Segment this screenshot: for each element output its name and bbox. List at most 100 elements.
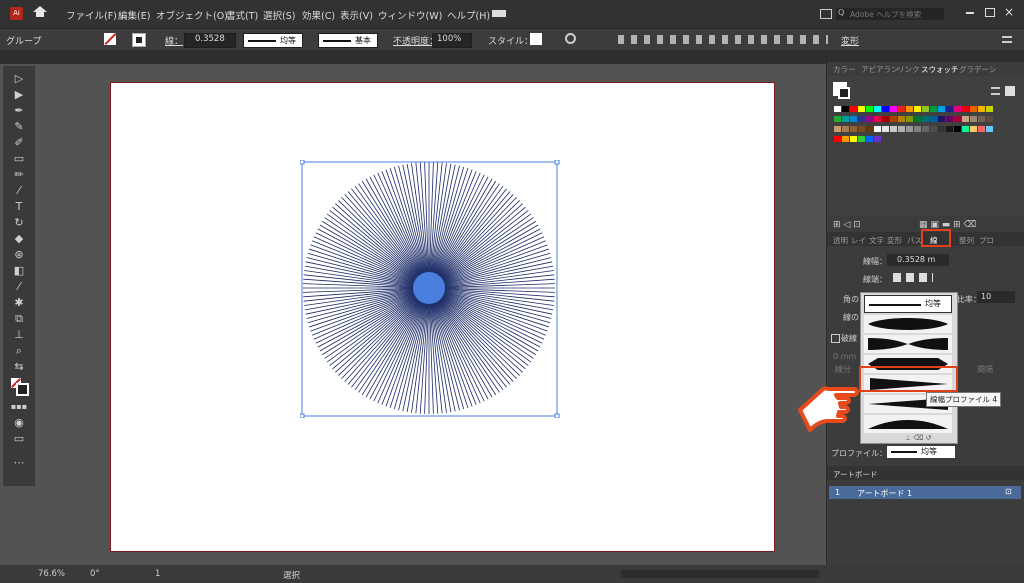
- menu-view[interactable]: 表示(V): [340, 8, 373, 22]
- profile-select[interactable]: 均等: [887, 446, 955, 458]
- color-swatch[interactable]: [890, 106, 897, 112]
- search-field[interactable]: Q Adobe ヘルプを検索: [836, 8, 944, 20]
- horizontal-scrollbar[interactable]: [620, 570, 820, 578]
- tab-align[interactable]: 整列: [959, 235, 974, 246]
- color-swatch[interactable]: [898, 106, 905, 112]
- color-swatch[interactable]: [842, 136, 849, 142]
- radial-line-artwork[interactable]: [300, 160, 560, 418]
- color-mode-icon[interactable]: ▪▪▪: [9, 400, 29, 414]
- rotate-icon[interactable]: ↻: [9, 216, 29, 230]
- restore-icon[interactable]: [985, 8, 995, 17]
- draw-mode-icon[interactable]: ◉: [9, 416, 29, 430]
- brush-icon[interactable]: ⁄: [9, 184, 29, 198]
- color-swatch[interactable]: [914, 106, 921, 112]
- profile-option-1[interactable]: [864, 315, 952, 333]
- artboard-options-icon[interactable]: ⊡: [1005, 487, 1012, 496]
- color-swatch[interactable]: [962, 126, 969, 132]
- dashed-checkbox[interactable]: [831, 334, 840, 343]
- anchor-icon[interactable]: ✐: [9, 136, 29, 150]
- color-swatch[interactable]: [834, 106, 841, 112]
- selection-handle[interactable]: [300, 160, 305, 165]
- menu-edit[interactable]: 編集(E): [118, 8, 150, 22]
- shape-builder-icon[interactable]: ◧: [9, 264, 29, 278]
- tab-swatches[interactable]: スウォッチ: [921, 64, 959, 75]
- limit-input[interactable]: 10: [977, 291, 1015, 303]
- color-swatch[interactable]: [970, 126, 977, 132]
- panel-menu-icon[interactable]: [1002, 36, 1012, 43]
- pen-icon[interactable]: ✒: [9, 104, 29, 118]
- color-swatch[interactable]: [866, 136, 873, 142]
- tab-appearance[interactable]: アピアラン: [861, 64, 899, 75]
- grid-view-icon[interactable]: [1005, 86, 1015, 96]
- screen-mode-icon[interactable]: ▭: [9, 432, 29, 446]
- menu-select[interactable]: 選択(S): [263, 8, 295, 22]
- arrange-documents-icon[interactable]: [820, 9, 832, 19]
- minimize-icon[interactable]: [966, 12, 974, 14]
- profile-option-uniform[interactable]: 均等: [864, 295, 952, 313]
- color-swatch[interactable]: [858, 106, 865, 112]
- selection-tool-icon[interactable]: ▷: [9, 72, 29, 86]
- color-swatch[interactable]: [850, 126, 857, 132]
- color-swatch[interactable]: [906, 106, 913, 112]
- color-swatch[interactable]: [834, 126, 841, 132]
- eraser-icon[interactable]: ◆: [9, 232, 29, 246]
- color-swatch[interactable]: [938, 116, 945, 122]
- profile-option-2[interactable]: [864, 335, 952, 353]
- menu-file[interactable]: ファイル(F): [66, 8, 117, 22]
- color-swatch[interactable]: [874, 116, 881, 122]
- color-swatch[interactable]: [858, 136, 865, 142]
- align-icons[interactable]: [618, 35, 828, 44]
- close-icon[interactable]: ×: [1004, 5, 1014, 19]
- color-swatch[interactable]: [954, 106, 961, 112]
- tab-links[interactable]: リンク: [897, 64, 920, 75]
- color-swatch[interactable]: [978, 106, 985, 112]
- color-swatch[interactable]: [914, 116, 921, 122]
- profile-popup-footer-icons[interactable]: ⊥ ⌫ ↺: [905, 434, 931, 442]
- stroke-width-input[interactable]: 0.3528 m: [887, 254, 949, 266]
- list-view-icon[interactable]: [991, 87, 1000, 95]
- tab-character[interactable]: 文字: [869, 235, 884, 246]
- selection-handle[interactable]: [554, 160, 560, 165]
- color-swatch[interactable]: [882, 126, 889, 132]
- fill-stroke-icon[interactable]: [11, 378, 29, 396]
- color-swatch[interactable]: [922, 126, 929, 132]
- menu-effect[interactable]: 効果(C): [302, 8, 335, 22]
- swap-colors-icon[interactable]: ⇆: [9, 360, 29, 374]
- pencil-icon[interactable]: ✏: [9, 168, 29, 182]
- more-tools-icon[interactable]: ⋯: [9, 456, 29, 470]
- color-swatch[interactable]: [874, 126, 881, 132]
- tab-layers[interactable]: レイ: [851, 235, 866, 246]
- color-swatch[interactable]: [866, 106, 873, 112]
- eyedropper-icon[interactable]: ⁄: [9, 280, 29, 294]
- direct-selection-icon[interactable]: ▶: [9, 88, 29, 102]
- color-swatch[interactable]: [842, 106, 849, 112]
- color-swatch[interactable]: [834, 116, 841, 122]
- color-swatch[interactable]: [962, 106, 969, 112]
- artboard-number[interactable]: 1: [155, 569, 160, 579]
- color-swatch[interactable]: [938, 106, 945, 112]
- menu-type[interactable]: 書式(T): [226, 8, 258, 22]
- swatch-library-icon[interactable]: ⊞ ◁ ⊡: [833, 220, 861, 230]
- color-swatch[interactable]: [890, 126, 897, 132]
- color-swatch[interactable]: [946, 126, 953, 132]
- color-swatch[interactable]: [866, 126, 873, 132]
- artboard-row[interactable]: 1 アートボード 1 ⊡: [829, 486, 1021, 499]
- artboard-icon[interactable]: ⊥: [9, 328, 29, 342]
- color-swatch[interactable]: [922, 106, 929, 112]
- recolor-icon[interactable]: [565, 33, 576, 44]
- profile-dropdown[interactable]: 均等: [243, 33, 303, 48]
- stroke-weight-input[interactable]: 0.3528: [184, 33, 236, 48]
- stroke-swatch[interactable]: [132, 33, 146, 47]
- color-swatch[interactable]: [986, 116, 993, 122]
- color-swatch[interactable]: [850, 136, 857, 142]
- tab-stroke[interactable]: 線: [930, 235, 938, 246]
- tab-properties[interactable]: プロ: [979, 235, 994, 246]
- color-swatch[interactable]: [922, 116, 929, 122]
- tab-transparency[interactable]: 透明: [833, 235, 848, 246]
- color-swatch[interactable]: [986, 126, 993, 132]
- color-swatch[interactable]: [850, 106, 857, 112]
- color-swatch[interactable]: [890, 116, 897, 122]
- tab-artboards[interactable]: アートボード: [833, 469, 878, 480]
- tab-gradient[interactable]: グラデーシ: [959, 64, 996, 75]
- color-swatch[interactable]: [842, 116, 849, 122]
